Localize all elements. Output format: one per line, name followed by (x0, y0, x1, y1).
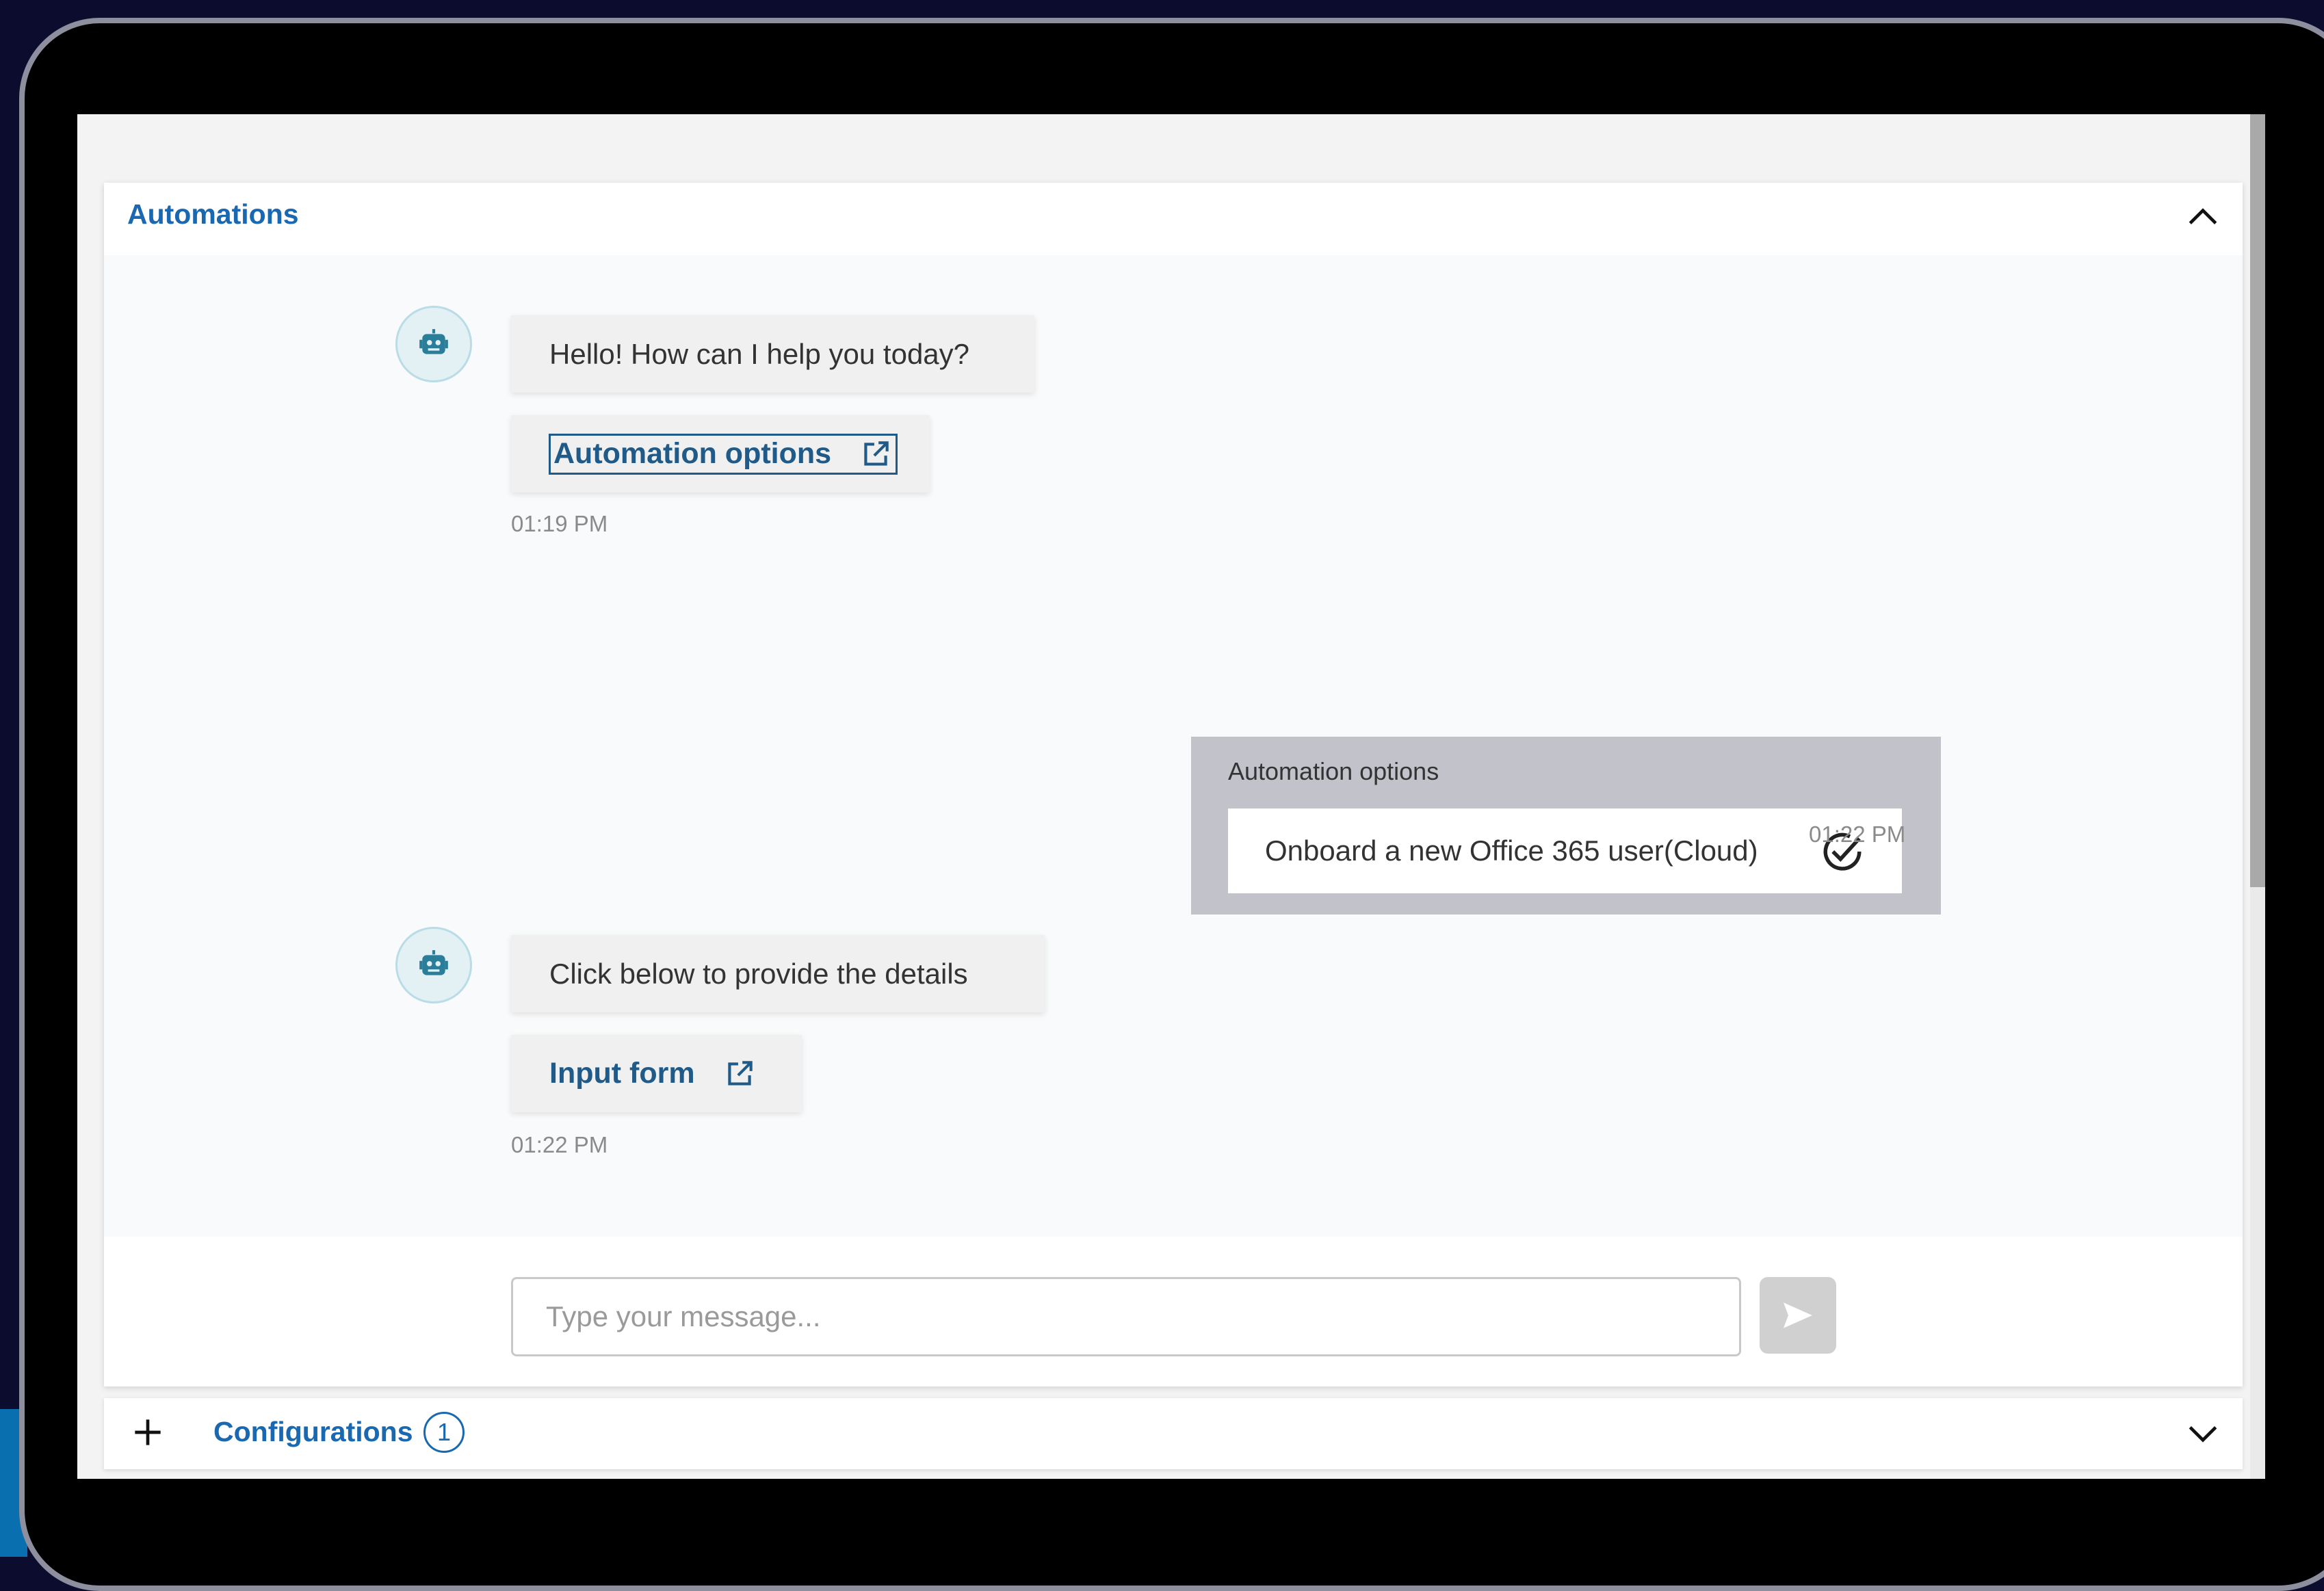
scrollbar-track[interactable] (2250, 114, 2265, 1479)
message-timestamp: 01:22 PM (511, 1132, 608, 1157)
plus-icon[interactable] (129, 1413, 167, 1451)
bot-message-text: Hello! How can I help you today? (549, 337, 970, 370)
scrollbar-thumb[interactable] (2250, 114, 2265, 887)
automations-title: Automations (127, 198, 299, 230)
send-icon (1784, 1302, 1812, 1328)
automation-options-label: Automation options (553, 437, 832, 470)
chevron-down-icon[interactable] (2184, 1415, 2222, 1453)
robot-icon (419, 950, 448, 975)
bot-avatar (395, 927, 472, 1003)
configurations-panel-header[interactable]: Configurations 1 (104, 1398, 2243, 1469)
input-form-label: Input form (549, 1057, 695, 1090)
chevron-up-icon[interactable] (2184, 198, 2222, 236)
bot-message-text: Click below to provide the details (549, 957, 968, 990)
app-screen: Automations Hello! How can I help you to… (77, 114, 2265, 1479)
message-input[interactable] (511, 1277, 1741, 1356)
user-selection-label: Automation options (1228, 757, 1439, 785)
send-button[interactable] (1760, 1277, 1836, 1354)
input-form-link[interactable]: Input form (549, 1057, 757, 1091)
bot-message-bubble: Click below to provide the details (511, 935, 1045, 1012)
message-timestamp: 01:19 PM (511, 511, 608, 536)
input-form-button[interactable]: Input form (511, 1035, 802, 1112)
automation-options-button[interactable]: Automation options (511, 415, 930, 492)
bot-message-bubble: Hello! How can I help you today? (511, 315, 1034, 393)
automations-panel: Automations Hello! How can I help you to… (104, 183, 2243, 1386)
configurations-count-badge: 1 (423, 1412, 465, 1453)
configurations-title: Configurations (213, 1416, 413, 1447)
selected-option: Onboard a new Office 365 user(Cloud) (1228, 808, 1902, 893)
automations-panel-header[interactable]: Automations (104, 183, 2243, 255)
automation-options-link[interactable]: Automation options (549, 433, 898, 475)
bot-avatar (395, 306, 472, 382)
robot-icon (419, 329, 448, 354)
external-link-icon (859, 437, 893, 471)
message-timestamp: 01:22 PM (1809, 821, 1906, 847)
composer-area (104, 1237, 2243, 1386)
external-link-icon (722, 1057, 757, 1091)
selected-option-text: Onboard a new Office 365 user(Cloud) (1265, 834, 1758, 867)
